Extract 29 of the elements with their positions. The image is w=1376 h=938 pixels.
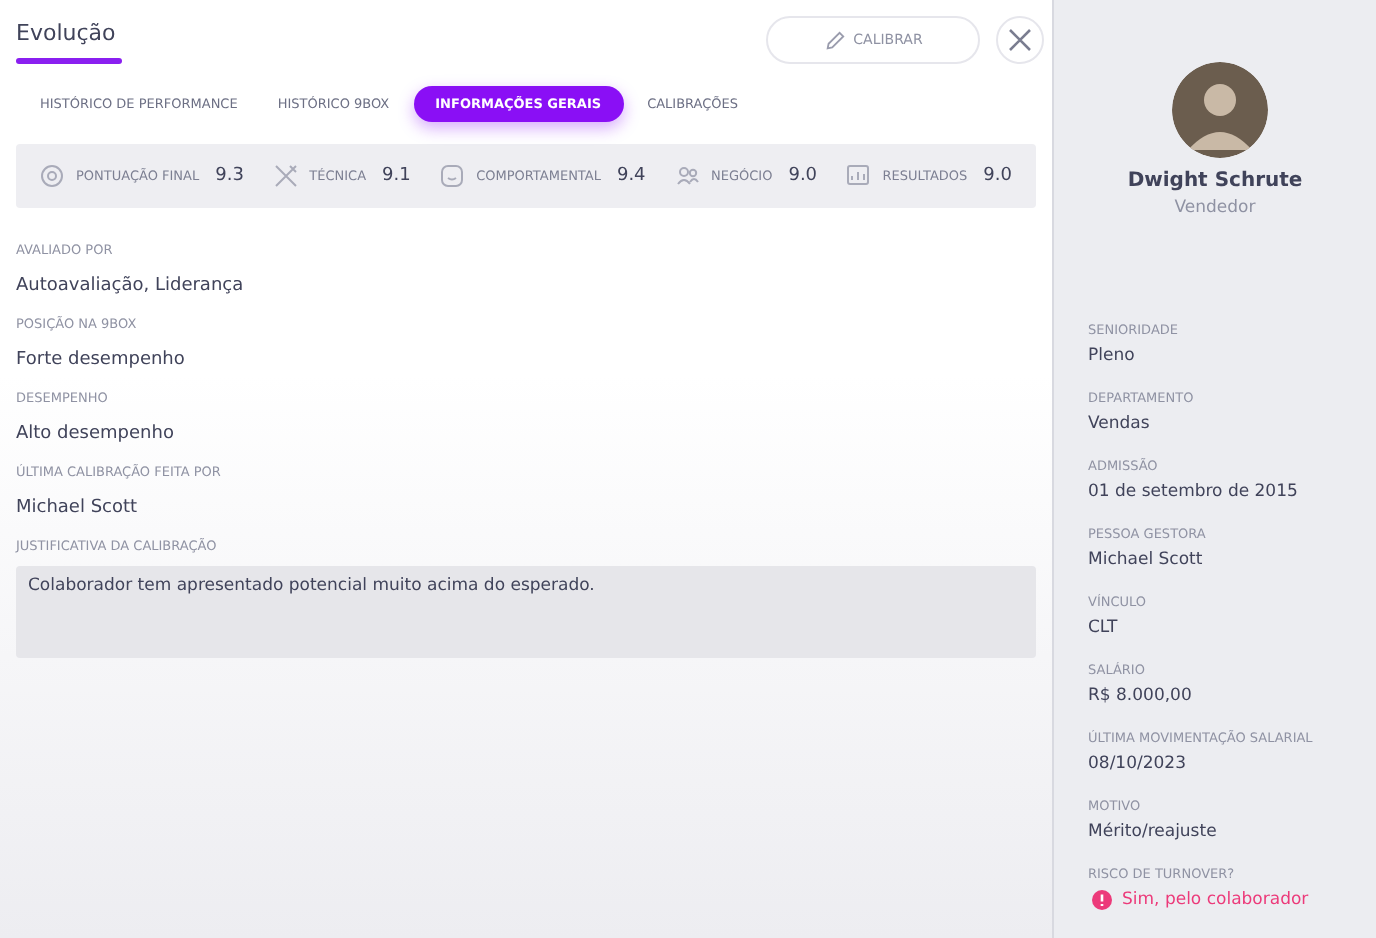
people-icon	[675, 164, 700, 188]
field-value: Mérito/reajuste	[1088, 822, 1219, 842]
score-value: 9.1	[382, 166, 411, 186]
alert-icon	[1092, 890, 1112, 910]
avatar	[1172, 62, 1268, 158]
field-value: Vendas	[1088, 414, 1152, 434]
field-value: Sim, pelo colaborador	[1122, 890, 1309, 910]
score-value: 9.0	[788, 166, 818, 186]
score-value: 9.0	[983, 166, 1012, 186]
field-value: Michael Scott	[16, 498, 140, 518]
field-value: Autoavaliação, Liderança	[16, 276, 246, 296]
page-title: Evolução	[16, 18, 118, 46]
field-value: Michael Scott	[1088, 550, 1205, 570]
score-value: 9.4	[616, 166, 646, 186]
field-value: 08/10/2023	[1088, 754, 1188, 774]
field-value: Forte desempenho	[16, 350, 187, 370]
field-value: Alto desempenho	[16, 424, 176, 444]
chart-icon	[846, 164, 871, 188]
justification-text: Colaborador tem apresentado potencial muito acima do esperado.	[16, 566, 1036, 658]
field-value: 01 de setembro de 2015	[1088, 482, 1300, 502]
field-value: R$ 8.000,00	[1088, 686, 1194, 706]
score-value: 9.3	[215, 166, 244, 186]
profile-name: Dwight Schrute	[1125, 170, 1305, 192]
close-icon	[1008, 28, 1032, 52]
profile-role: Vendedor	[1172, 198, 1258, 218]
close-button[interactable]	[996, 16, 1044, 64]
field-value: CLT	[1088, 618, 1120, 638]
pencil-icon	[823, 29, 846, 51]
field-value: Pleno	[1088, 346, 1137, 366]
